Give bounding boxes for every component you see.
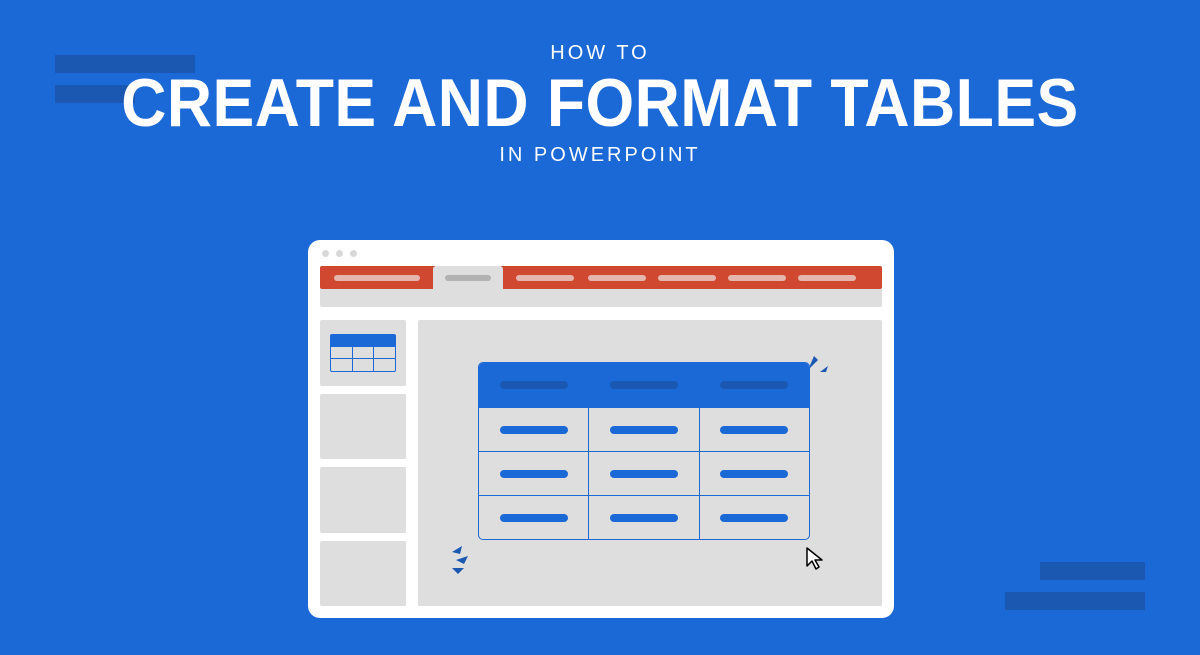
thumbnail-2 [320,394,406,460]
app-window-illustration [308,240,894,618]
main-title: CREATE AND FORMAT TABLES [48,69,1152,138]
sparkle-icon [448,540,488,580]
cursor-icon [804,546,828,570]
workspace [320,320,882,606]
mini-table-icon [330,334,396,372]
window-controls-icon [322,250,357,257]
thumbnail-1 [320,320,406,386]
slide-canvas [418,320,882,606]
subtitle-text: IN POWERPOINT [0,144,1200,167]
heading-block: HOW TO CREATE AND FORMAT TABLES IN POWER… [0,0,1200,167]
decorative-bars-bottom-right [1005,562,1145,610]
thumbnail-4 [320,541,406,607]
ribbon-bar [308,266,894,308]
active-tab [433,266,503,289]
table-illustration [478,362,810,540]
slide-thumbnails [320,320,406,606]
thumbnail-3 [320,467,406,533]
window-titlebar [308,240,894,266]
